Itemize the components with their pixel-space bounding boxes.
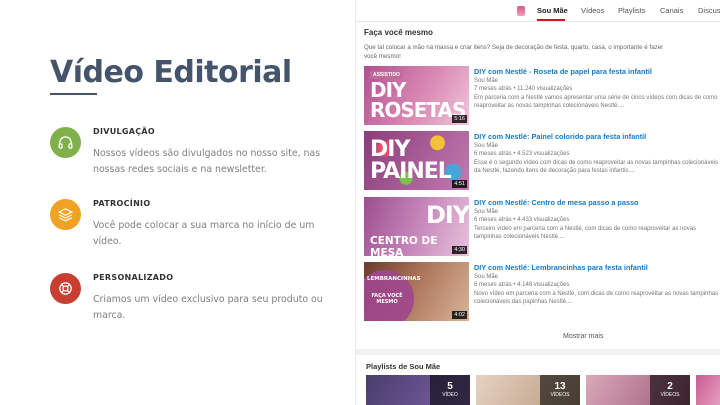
video-thumbnail[interactable]: ASSISTIDO DIY ROSETAS 5:16 (364, 66, 469, 125)
channel-tabbar: Sou Mãe Vídeos Playlists Canais Discuss (356, 0, 720, 22)
playlist-count: 2 (667, 381, 673, 392)
feature-heading: PATROCÍNIO (93, 199, 151, 208)
video-title[interactable]: DIY com Nestlé: Centro de mesa passo a p… (474, 198, 639, 207)
video-description: Terceiro vídeo em parceria com a Nestlé,… (474, 226, 697, 240)
section-separator (356, 349, 720, 355)
playlist-thumbnail[interactable]: 2 VÍDEOS (586, 375, 690, 405)
video-title[interactable]: DIY com Nestlé: Lembrancinhas para festa… (474, 263, 648, 272)
video-thumbnail[interactable]: LEMBRANCINHAS FAÇA VOCÊ MESMO 4:02 (364, 262, 469, 321)
video-channel[interactable]: Sou Mãe (474, 274, 498, 280)
section-title: Faça você mesmo (364, 28, 433, 37)
video-channel[interactable]: Sou Mãe (474, 78, 498, 84)
layers-icon (50, 199, 81, 230)
video-meta: 6 meses atrás • 4.433 visualizações (474, 217, 570, 223)
video-title[interactable]: DIY com Nestlé - Roseta de papel para fe… (474, 67, 652, 76)
playlist-thumbnail[interactable]: 13 VÍDEOS (476, 375, 580, 405)
video-item[interactable]: DIY PAINEL 4:51 DIY com Nestlé: Painel c… (364, 131, 720, 191)
video-duration: 5:16 (452, 115, 467, 123)
feature-text: Nossos vídeos são divulgados no nosso si… (93, 148, 321, 175)
video-description: Novo vídeo em parceria com a Nestlé, com… (474, 291, 719, 305)
playlist-count: 13 (554, 381, 566, 392)
feature-heading: DIVULGAÇÃO (93, 127, 156, 136)
tab-playlists[interactable]: Playlists (618, 6, 646, 15)
video-duration: 4:02 (452, 311, 467, 319)
playlist-count-label: VÍDEOS (550, 392, 570, 398)
playlist-count-overlay: 5 VÍDEO (430, 375, 470, 405)
video-channel[interactable]: Sou Mãe (474, 209, 498, 215)
playlist-count-label: VÍDEOS (660, 392, 680, 398)
playlist-thumbnail[interactable] (696, 375, 720, 405)
video-duration: 4:30 (452, 246, 467, 254)
video-item[interactable]: DIY CENTRO DE MESA 4:30 DIY com Nestlé: … (364, 197, 720, 257)
playlist-count: 5 (447, 381, 453, 392)
show-more-button[interactable]: Mostrar mais (563, 333, 603, 340)
thumb-text: ROSETAS (370, 98, 466, 122)
video-description: Em parceria com a Nestlé vamos apresenta… (474, 95, 718, 109)
headphones-icon (50, 127, 81, 158)
video-meta: 6 meses atrás • 4.523 visualizações (474, 151, 570, 157)
tab-sou-mae[interactable]: Sou Mãe (537, 6, 568, 15)
video-item[interactable]: ASSISTIDO DIY ROSETAS 5:16 DIY com Nestl… (364, 66, 720, 126)
video-description: Esse é o segundo vídeo com dicas de como… (474, 160, 719, 174)
playlist-count-label: VÍDEO (442, 392, 458, 398)
feature-heading: PERSONALIZADO (93, 273, 174, 282)
playlists-title: Playlists de Sou Mãe (366, 362, 441, 371)
video-title[interactable]: DIY com Nestlé: Painel colorido para fes… (474, 132, 646, 141)
video-item[interactable]: LEMBRANCINHAS FAÇA VOCÊ MESMO 4:02 DIY c… (364, 262, 720, 322)
video-duration: 4:51 (452, 180, 467, 188)
tab-canais[interactable]: Canais (660, 6, 683, 15)
lifebuoy-icon (50, 273, 81, 304)
playlist-thumbnail[interactable]: 5 VÍDEO (366, 375, 470, 405)
playlist-count-overlay: 2 VÍDEOS (650, 375, 690, 405)
video-thumbnail[interactable]: DIY CENTRO DE MESA 4:30 (364, 197, 469, 256)
channel-avatar-icon[interactable] (517, 6, 525, 16)
thumb-text: PAINEL (370, 159, 452, 184)
thumb-text: FAÇA VOCÊ MESMO (371, 293, 403, 305)
thumb-text: DIY (426, 201, 469, 229)
playlist-count-overlay: 13 VÍDEOS (540, 375, 580, 405)
tabbar-divider (356, 21, 720, 22)
video-channel[interactable]: Sou Mãe (474, 143, 498, 149)
video-meta: 7 meses atrás • 11.240 visualizações (474, 86, 573, 92)
feature-text: Você pode colocar a sua marca no início … (93, 220, 315, 247)
title-underline (50, 93, 97, 95)
page-title: Vídeo Editorial (50, 55, 292, 90)
video-thumbnail[interactable]: DIY PAINEL 4:51 (364, 131, 469, 190)
section-description: Que tal colocar a mão na massa e criar i… (364, 44, 664, 60)
feature-text: Criamos um vídeo exclusivo para seu prod… (93, 294, 323, 321)
channel-screenshot: Sou Mãe Vídeos Playlists Canais Discuss … (355, 0, 720, 405)
thumb-text: LEMBRANCINHAS (367, 276, 421, 282)
tab-discussao[interactable]: Discuss (698, 6, 720, 15)
tab-videos[interactable]: Vídeos (581, 6, 604, 15)
video-meta: 6 meses atrás • 4.148 visualizações (474, 282, 570, 288)
